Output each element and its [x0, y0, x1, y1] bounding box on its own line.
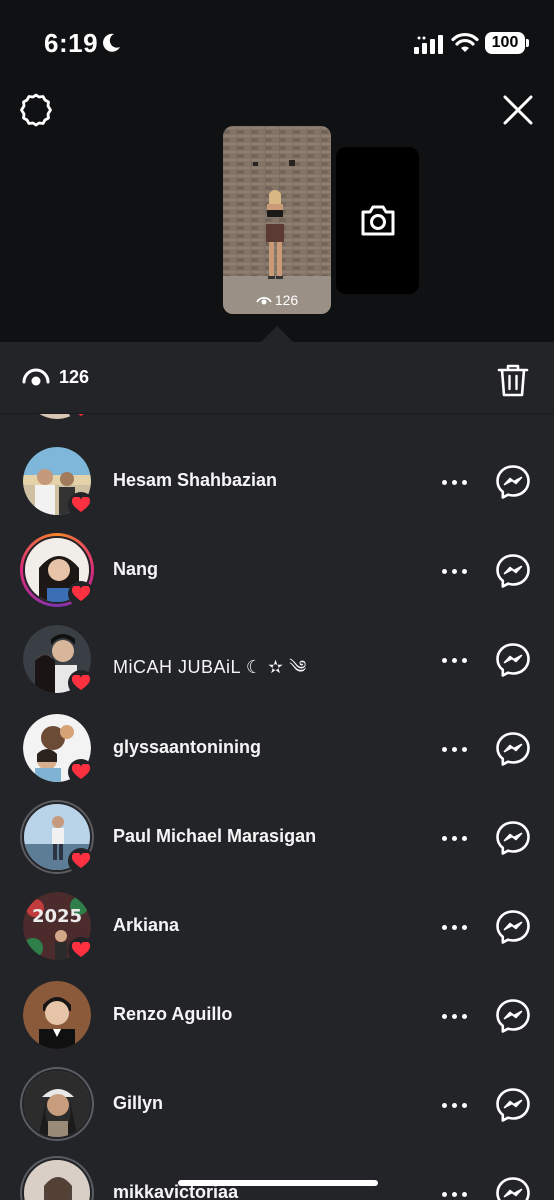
more-options-button[interactable] [436, 646, 472, 674]
svg-text:2025: 2025 [32, 906, 82, 927]
viewer-name: MiCAH JUBAiL ☾ ✫ ༄ [113, 657, 307, 677]
avatar[interactable] [20, 444, 94, 518]
viewers-sheet-header: 126 [0, 342, 554, 414]
home-indicator[interactable] [178, 1180, 378, 1186]
more-options-button[interactable] [436, 735, 472, 763]
avatar[interactable] [20, 978, 94, 1052]
messenger-icon[interactable] [495, 642, 531, 678]
viewers-sheet[interactable]: 126 Hesam Shahbazian Nang MiCAH JUBAiL ☾… [0, 342, 554, 1200]
messenger-icon[interactable] [495, 553, 531, 589]
heart-icon [72, 853, 90, 868]
more-options-button[interactable] [436, 913, 472, 941]
heart-icon [72, 675, 90, 690]
viewer-name: glyssaantonining [113, 737, 262, 757]
list-item[interactable]: Nang [0, 527, 554, 616]
list-item[interactable]: glyssaantonining [0, 705, 554, 794]
list-item[interactable]: mikkavictoriaa [0, 1150, 554, 1200]
avatar[interactable] [20, 711, 94, 785]
more-options-button[interactable] [436, 557, 472, 585]
viewer-name: Hesam Shahbazian [113, 470, 278, 490]
messenger-icon[interactable] [495, 820, 531, 856]
battery-indicator: 100 [485, 32, 529, 54]
viewer-name: Paul Michael Marasigan [113, 826, 317, 846]
trash-icon[interactable] [496, 362, 530, 398]
more-options-button[interactable] [436, 824, 472, 852]
list-item[interactable]: Renzo Aguillo [0, 972, 554, 1061]
avatar[interactable]: 2025 [20, 889, 94, 963]
avatar[interactable] [20, 622, 94, 696]
eye-icon [22, 368, 50, 386]
messenger-icon[interactable] [495, 1087, 531, 1123]
story-photo [223, 126, 331, 314]
more-options-button[interactable] [436, 468, 472, 496]
messenger-icon[interactable] [495, 909, 531, 945]
viewer-name: Renzo Aguillo [113, 1004, 233, 1024]
avatar[interactable] [20, 1067, 94, 1141]
focus-moon-icon [103, 33, 120, 52]
messenger-icon[interactable] [495, 998, 531, 1034]
messenger-icon[interactable] [495, 1176, 531, 1200]
messenger-icon[interactable] [495, 731, 531, 767]
more-options-button[interactable] [436, 1180, 472, 1200]
heart-icon [72, 586, 90, 601]
heart-icon [72, 497, 90, 512]
status-time: 6:19 [44, 28, 99, 58]
list-item[interactable]: MiCAH JUBAiL ☾ ✫ ༄ [0, 616, 554, 705]
add-story-card[interactable] [336, 147, 419, 294]
viewer-name: Arkiana [113, 915, 180, 935]
view-count: 126 [59, 367, 90, 387]
status-bar: 6:19 100 [0, 0, 554, 88]
camera-icon [361, 205, 395, 236]
avatar[interactable] [20, 1156, 94, 1200]
more-options-button[interactable] [436, 1091, 472, 1119]
story-header: 126 [0, 88, 554, 342]
thumbnail-view-count: 126 [223, 292, 331, 308]
avatar[interactable] [20, 533, 94, 607]
close-icon[interactable] [500, 92, 536, 128]
eye-icon [256, 296, 272, 305]
list-item[interactable]: Paul Michael Marasigan [0, 794, 554, 883]
story-thumbnail[interactable]: 126 [223, 126, 331, 314]
heart-icon [72, 942, 90, 957]
cellular-signal-icon [414, 35, 443, 54]
list-item[interactable]: Hesam Shahbazian [0, 438, 554, 527]
list-item[interactable]: Gillyn [0, 1061, 554, 1150]
viewer-name: Gillyn [113, 1093, 164, 1113]
wifi-icon [451, 32, 479, 52]
settings-icon[interactable] [18, 92, 54, 128]
viewer-name: Nang [113, 559, 158, 579]
messenger-icon[interactable] [495, 464, 531, 500]
avatar[interactable] [20, 800, 94, 874]
heart-icon [72, 764, 90, 779]
list-item[interactable]: 2025 Arkiana [0, 883, 554, 972]
more-options-button[interactable] [436, 1002, 472, 1030]
selected-story-pointer [261, 326, 293, 342]
